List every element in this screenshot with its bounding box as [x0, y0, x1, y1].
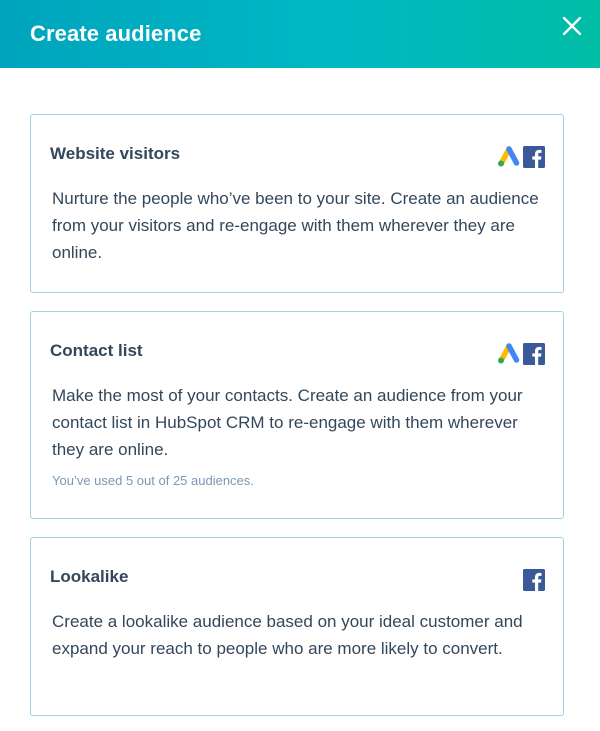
- google-ads-icon: [496, 343, 520, 365]
- platform-icons: [496, 343, 545, 365]
- audience-option-contact-list[interactable]: Contact list Make the most of your conta…: [30, 311, 564, 519]
- modal-title: Create audience: [30, 21, 202, 46]
- audience-option-website-visitors[interactable]: Website visitors Nurture the people who’…: [30, 114, 564, 293]
- facebook-icon: [523, 569, 545, 591]
- modal-header: Create audience: [0, 0, 600, 68]
- card-description: Nurture the people who’ve been to your s…: [52, 189, 539, 262]
- card-title: Website visitors: [50, 144, 181, 163]
- facebook-icon: [523, 343, 545, 365]
- google-ads-icon: [496, 146, 520, 168]
- platform-icons: [523, 569, 545, 591]
- platform-icons: [496, 146, 545, 168]
- audience-usage-note: You’ve used 5 out of 25 audiences.: [52, 473, 254, 488]
- close-icon[interactable]: [560, 14, 584, 38]
- facebook-icon: [523, 146, 545, 168]
- card-description: Make the most of your contacts. Create a…: [52, 386, 523, 459]
- card-description: Create a lookalike audience based on you…: [52, 612, 523, 658]
- audience-option-lookalike[interactable]: Lookalike Create a lookalike audience ba…: [30, 537, 564, 716]
- card-title: Lookalike: [50, 567, 129, 586]
- card-title: Contact list: [50, 341, 143, 360]
